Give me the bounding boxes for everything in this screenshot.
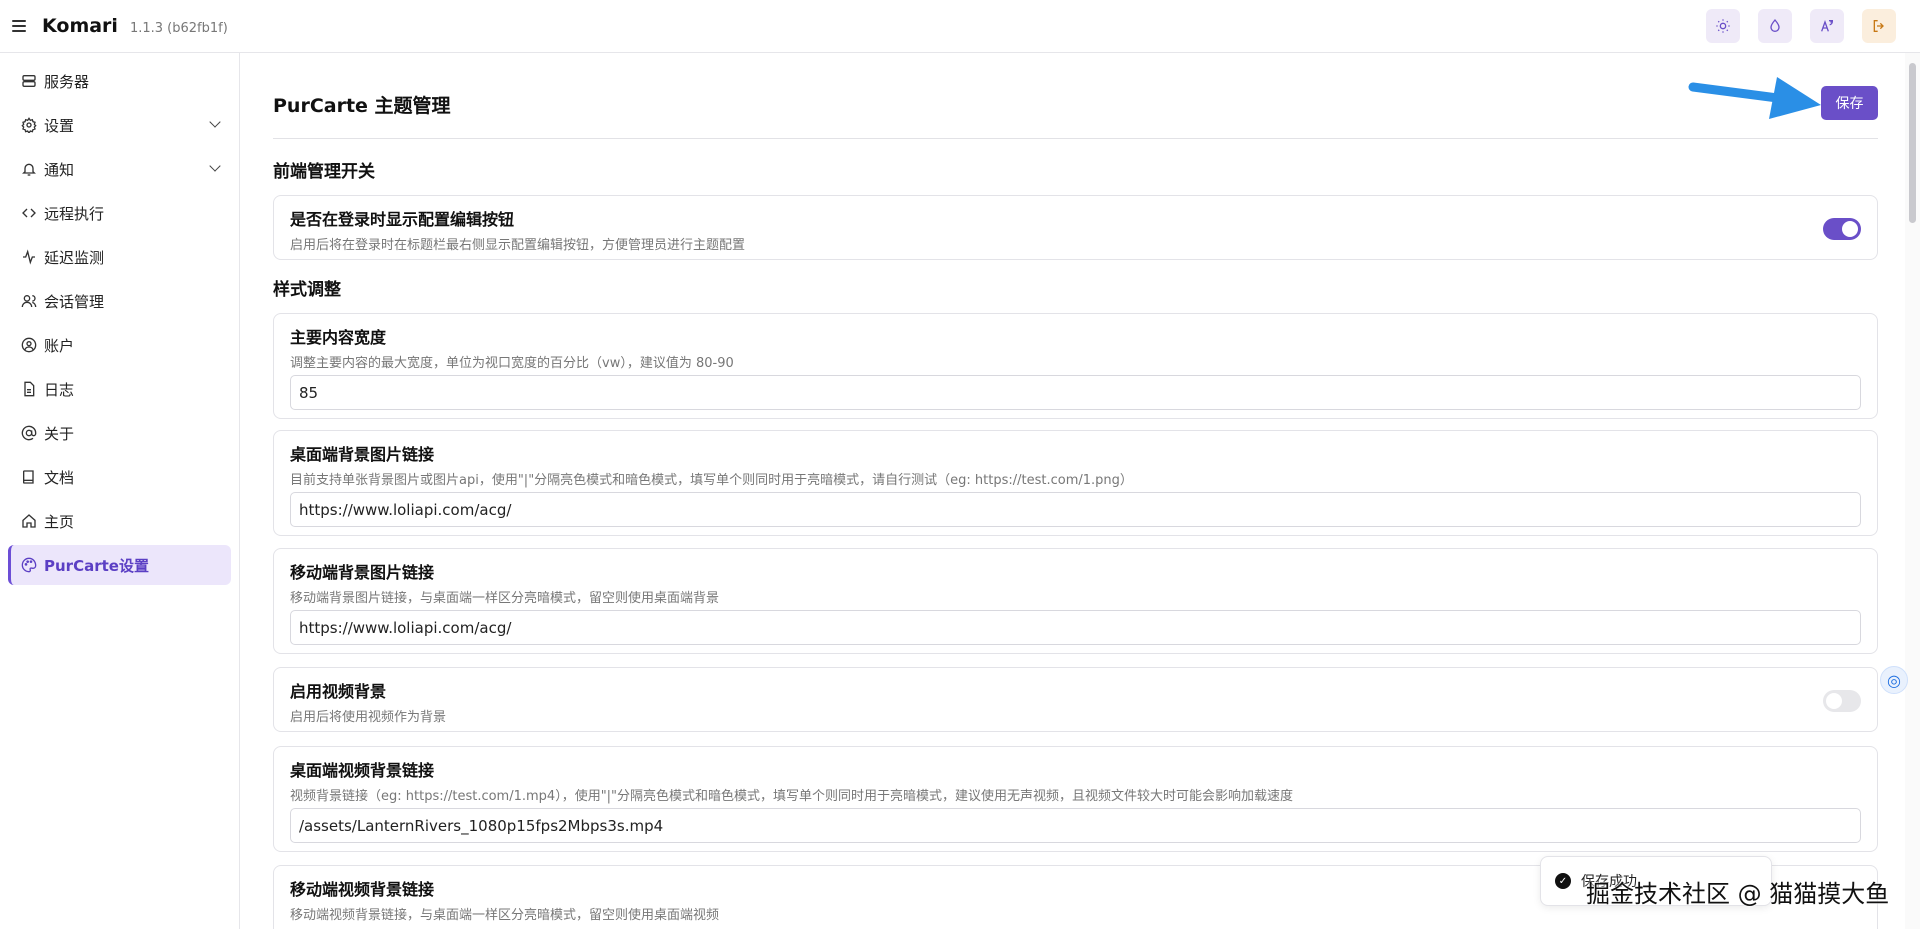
assistant-float-icon[interactable]: ◎	[1880, 666, 1908, 694]
main-content: PurCarte 主题管理 保存 前端管理开关 是否在登录时显示配置编辑按钮 启…	[241, 53, 1905, 929]
setting-card-desktop-bg: 桌面端背景图片链接 目前支持单张背景图片或图片api，使用"|"分隔亮色模式和暗…	[273, 430, 1878, 536]
file-icon	[20, 380, 38, 398]
user-circle-icon	[20, 336, 38, 354]
divider	[273, 138, 1878, 139]
sidebar-item-servers[interactable]: 服务器	[8, 61, 231, 101]
setting-description: 移动端背景图片链接，与桌面端一样区分亮暗模式，留空则使用桌面端背景	[290, 591, 720, 606]
save-button[interactable]: 保存	[1821, 86, 1878, 120]
video-bg-toggle[interactable]	[1823, 690, 1861, 712]
sidebar-item-settings[interactable]: 设置	[8, 105, 231, 145]
sidebar-item-home[interactable]: 主页	[8, 501, 231, 541]
menu-icon[interactable]	[12, 20, 28, 32]
sidebar-item-docs[interactable]: 文档	[8, 457, 231, 497]
sidebar-item-latency[interactable]: 延迟监测	[8, 237, 231, 277]
setting-title: 是否在登录时显示配置编辑按钮	[290, 210, 515, 229]
sidebar-item-sessions[interactable]: 会话管理	[8, 281, 231, 321]
watermark: 掘金技术社区 @ 猫猫摸大鱼	[1586, 880, 1890, 908]
desktop-bg-input[interactable]: https://www.loliapi.com/acg/	[290, 492, 1861, 527]
desktop-video-input[interactable]: /assets/LanternRivers_1080p15fps2Mbps3s.…	[290, 808, 1861, 843]
section-title-frontend: 前端管理开关	[273, 162, 375, 182]
sidebar-item-label: 设置	[44, 116, 75, 135]
server-icon	[20, 72, 38, 90]
code-icon	[20, 204, 38, 222]
chevron-down-icon	[209, 116, 221, 128]
setting-description: 调整主要内容的最大宽度，单位为视口宽度的百分比（vw），建议值为 80-90	[290, 356, 734, 371]
scrollbar[interactable]	[1905, 53, 1920, 929]
setting-title: 桌面端背景图片链接	[290, 445, 435, 464]
theme-toggle-button[interactable]	[1706, 9, 1740, 43]
color-button[interactable]	[1758, 9, 1792, 43]
sidebar-item-notifications[interactable]: 通知	[8, 149, 231, 189]
app-version: 1.1.3 (b62fb1f)	[129, 21, 228, 36]
content-width-input[interactable]: 85	[290, 375, 1861, 410]
bell-icon	[20, 160, 38, 178]
show-edit-button-toggle[interactable]	[1823, 218, 1861, 240]
setting-title: 主要内容宽度	[290, 328, 387, 347]
home-icon	[20, 512, 38, 530]
palette-icon	[20, 556, 38, 574]
book-icon	[20, 468, 38, 486]
sidebar-item-label: 文档	[44, 468, 75, 487]
mobile-bg-input[interactable]: https://www.loliapi.com/acg/	[290, 610, 1861, 645]
droplet-icon	[1770, 18, 1780, 32]
sidebar-item-label: 主页	[44, 512, 75, 531]
setting-description: 启用后将使用视频作为背景	[290, 710, 447, 725]
sidebar-item-label: 账户	[44, 336, 75, 355]
sidebar-item-account[interactable]: 账户	[8, 325, 231, 365]
top-bar: Komari 1.1.3 (b62fb1f)	[0, 0, 1920, 53]
setting-description: 移动端视频背景链接，与桌面端一样区分亮暗模式，留空则使用桌面端视频	[290, 908, 720, 923]
top-actions	[1706, 9, 1896, 43]
sidebar-item-label: 会话管理	[44, 292, 105, 311]
logout-button[interactable]	[1862, 9, 1896, 43]
page-title: PurCarte 主题管理	[273, 95, 451, 117]
sidebar-item-label: PurCarte设置	[44, 556, 149, 575]
sidebar-item-label: 通知	[44, 160, 75, 179]
sidebar-item-label: 日志	[44, 380, 75, 399]
section-title-style: 样式调整	[273, 280, 341, 300]
sun-icon	[1716, 19, 1730, 33]
setting-card-desktop-video: 桌面端视频背景链接 视频背景链接（eg: https://test.com/1.…	[273, 746, 1878, 852]
chevron-down-icon	[209, 160, 221, 172]
setting-title: 移动端背景图片链接	[290, 563, 435, 582]
setting-card-video-bg: 启用视频背景 启用后将使用视频作为背景	[273, 667, 1878, 732]
sidebar-item-remote-exec[interactable]: 远程执行	[8, 193, 231, 233]
sidebar-item-purcarte-settings[interactable]: PurCarte设置	[8, 545, 231, 585]
setting-description: 启用后将在登录时在标题栏最右侧显示配置编辑按钮，方便管理员进行主题配置	[290, 238, 746, 253]
translate-icon	[1821, 20, 1833, 32]
activity-icon	[20, 248, 38, 266]
app-brand: Komari	[42, 15, 118, 37]
setting-card-mobile-bg: 移动端背景图片链接 移动端背景图片链接，与桌面端一样区分亮暗模式，留空则使用桌面…	[273, 548, 1878, 654]
setting-title: 桌面端视频背景链接	[290, 761, 435, 780]
setting-title: 移动端视频背景链接	[290, 880, 435, 899]
setting-description: 视频背景链接（eg: https://test.com/1.mp4），使用"|"…	[290, 789, 1294, 804]
setting-card-content-width: 主要内容宽度 调整主要内容的最大宽度，单位为视口宽度的百分比（vw），建议值为 …	[273, 313, 1878, 419]
sidebar: 服务器 设置 通知 远程执行 延迟监测 会话管理 账户 日志 关于 文档 主页	[0, 53, 240, 929]
sidebar-item-logs[interactable]: 日志	[8, 369, 231, 409]
logout-icon	[1873, 20, 1884, 32]
sidebar-item-label: 关于	[44, 424, 75, 443]
sidebar-item-about[interactable]: 关于	[8, 413, 231, 453]
at-icon	[20, 424, 38, 442]
sidebar-item-label: 远程执行	[44, 204, 105, 223]
sidebar-item-label: 服务器	[44, 72, 90, 91]
sidebar-item-label: 延迟监测	[44, 248, 105, 267]
language-button[interactable]	[1810, 9, 1844, 43]
check-circle-icon: ✓	[1555, 873, 1571, 889]
users-icon	[20, 292, 38, 310]
arrow-annotation-icon	[1688, 77, 1821, 119]
settings-icon	[20, 116, 38, 134]
setting-title: 启用视频背景	[290, 682, 387, 701]
setting-card-show-edit-button: 是否在登录时显示配置编辑按钮 启用后将在登录时在标题栏最右侧显示配置编辑按钮，方…	[273, 195, 1878, 260]
setting-description: 目前支持单张背景图片或图片api，使用"|"分隔亮色模式和暗色模式，填写单个则同…	[290, 473, 1133, 488]
